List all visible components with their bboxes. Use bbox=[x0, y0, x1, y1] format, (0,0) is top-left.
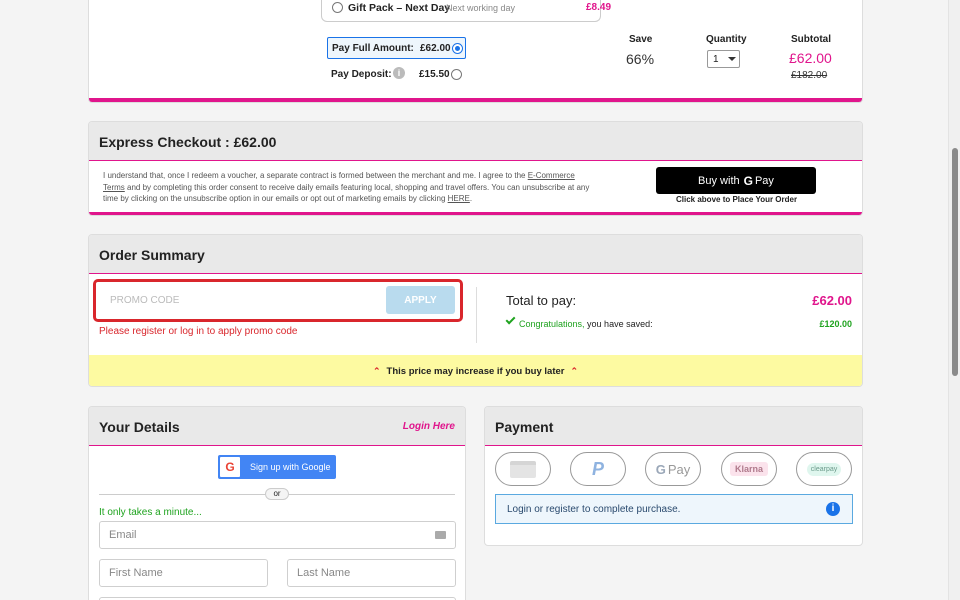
quantity-select[interactable]: 1 bbox=[707, 50, 740, 68]
check-icon bbox=[505, 314, 516, 325]
apply-button-label: APPLY bbox=[404, 294, 437, 306]
chevron-down-icon bbox=[728, 57, 736, 61]
saved-value: £120.00 bbox=[819, 319, 852, 329]
save-value: 66% bbox=[626, 51, 655, 67]
login-to-purchase-text: Login or register to complete purchase. bbox=[507, 504, 681, 515]
double-up-arrow-icon: ⌃ bbox=[372, 366, 381, 376]
paypal-icon: P bbox=[591, 458, 604, 479]
promo-code-input[interactable]: PROMO CODE bbox=[100, 286, 384, 314]
card-accent-bar bbox=[89, 98, 862, 102]
opt-out-here-link[interactable]: HERE bbox=[448, 194, 470, 203]
takes-a-minute-text: It only takes a minute... bbox=[99, 507, 202, 518]
promo-error-message: Please register or log in to apply promo… bbox=[99, 326, 298, 337]
last-name-placeholder: Last Name bbox=[297, 567, 351, 579]
klarna-payment-option[interactable]: Klarna bbox=[721, 452, 777, 486]
promo-highlight: PROMO CODE APPLY bbox=[93, 279, 463, 322]
google-signup-button[interactable]: G Sign up with Google bbox=[218, 455, 336, 479]
order-summary-header: Order Summary bbox=[89, 235, 862, 274]
save-header: Save bbox=[629, 34, 653, 45]
page-scrollbar-track[interactable] bbox=[948, 0, 960, 600]
envelope-icon bbox=[435, 531, 446, 539]
total-value: £62.00 bbox=[812, 293, 852, 308]
first-name-field[interactable]: First Name bbox=[99, 559, 268, 587]
pay-deposit-amount: £15.50 bbox=[419, 69, 450, 80]
last-name-field[interactable]: Last Name bbox=[287, 559, 456, 587]
payment-card: Payment P G Pay Klarna clearpay Login or… bbox=[484, 406, 863, 546]
delivery-radio[interactable] bbox=[332, 2, 343, 13]
google-signup-label: Sign up with Google bbox=[250, 462, 331, 472]
order-item-card: Gift Pack – Next Day Next working day £8… bbox=[88, 0, 863, 103]
double-up-arrow-icon: ⌃ bbox=[570, 366, 579, 376]
gpay-payment-option[interactable]: G Pay bbox=[645, 452, 701, 486]
price-warning-banner: ⌃ This price may increase if you buy lat… bbox=[89, 355, 862, 386]
credit-card-icon bbox=[510, 460, 536, 478]
buy-with-gpay-button[interactable]: Buy with G Pay bbox=[656, 167, 816, 194]
express-checkout-header: Express Checkout : £62.00 bbox=[89, 122, 862, 161]
pay-full-amount: £62.00 bbox=[420, 43, 451, 54]
your-details-card: Your Details Login Here G Sign up with G… bbox=[88, 406, 466, 600]
delivery-option-price: £8.49 bbox=[586, 2, 612, 13]
gpay-button-word: Pay bbox=[754, 174, 774, 187]
gpay-button-prefix: Buy with bbox=[698, 174, 740, 187]
info-icon[interactable]: i bbox=[826, 502, 840, 516]
savings-text: Congratulations, you have saved: bbox=[519, 319, 653, 329]
gpay-caption: Click above to Place Your Order bbox=[676, 195, 798, 204]
price-warning-text: This price may increase if you buy later bbox=[386, 366, 565, 377]
payment-title: Payment bbox=[495, 419, 554, 435]
quantity-value: 1 bbox=[713, 54, 719, 65]
total-label: Total to pay: bbox=[506, 293, 577, 308]
your-details-title: Your Details bbox=[99, 419, 180, 435]
email-field[interactable]: Email bbox=[99, 521, 456, 549]
login-to-purchase-note: Login or register to complete purchase. … bbox=[495, 494, 853, 524]
pay-full-option[interactable]: Pay Full Amount: £62.00 bbox=[327, 37, 466, 59]
subtotal-value: £62.00 bbox=[789, 50, 832, 66]
klarna-logo: Klarna bbox=[729, 462, 768, 476]
delivery-option-label: Gift Pack – Next Day bbox=[348, 2, 451, 14]
email-placeholder: Email bbox=[109, 529, 137, 541]
your-details-header: Your Details Login Here bbox=[89, 407, 465, 446]
pay-deposit-label: Pay Deposit: bbox=[331, 69, 392, 80]
payment-header: Payment bbox=[485, 407, 862, 446]
congrats-text: Congratulations, bbox=[519, 319, 585, 329]
paypal-payment-option[interactable]: P bbox=[570, 452, 626, 486]
subtotal-header: Subtotal bbox=[791, 34, 831, 45]
login-here-link[interactable]: Login Here bbox=[403, 421, 455, 432]
express-terms-text-2: and by completing this order consent to … bbox=[103, 182, 590, 204]
delivery-option-sub: Next working day bbox=[446, 3, 516, 13]
quantity-header: Quantity bbox=[706, 34, 747, 45]
or-label: or bbox=[265, 488, 289, 500]
clearpay-payment-option[interactable]: clearpay bbox=[796, 452, 852, 486]
google-g-icon: G bbox=[743, 173, 753, 188]
delivery-option[interactable]: Gift Pack – Next Day Next working day £8… bbox=[321, 0, 611, 22]
google-g-icon: G bbox=[220, 457, 240, 477]
express-terms: I understand that, once I redeem a vouch… bbox=[103, 170, 593, 205]
order-summary-card: Order Summary PROMO CODE APPLY Please re… bbox=[88, 234, 863, 387]
apply-button[interactable]: APPLY bbox=[386, 286, 455, 314]
info-icon[interactable]: i bbox=[393, 67, 405, 79]
first-name-placeholder: First Name bbox=[109, 567, 163, 579]
gpay-option-word: Pay bbox=[667, 461, 691, 477]
express-checkout-title: Express Checkout : £62.00 bbox=[99, 134, 277, 150]
google-g-icon: G bbox=[655, 461, 666, 477]
pay-deposit-radio[interactable] bbox=[451, 69, 462, 80]
pay-full-radio[interactable] bbox=[452, 43, 463, 54]
pay-full-label: Pay Full Amount: bbox=[332, 43, 414, 54]
express-terms-end: . bbox=[469, 194, 473, 203]
card-accent-bar bbox=[89, 212, 862, 215]
summary-divider bbox=[476, 287, 477, 343]
subtotal-was: £182.00 bbox=[791, 70, 828, 81]
express-terms-text: I understand that, once I redeem a vouch… bbox=[103, 171, 528, 180]
page-scrollbar-thumb[interactable] bbox=[952, 148, 958, 376]
clearpay-logo: clearpay bbox=[806, 462, 842, 476]
saved-text: you have saved: bbox=[584, 319, 653, 329]
promo-placeholder: PROMO CODE bbox=[110, 294, 180, 306]
card-payment-option[interactable] bbox=[495, 452, 551, 486]
express-checkout-card: Express Checkout : £62.00 I understand t… bbox=[88, 121, 863, 216]
pay-deposit-option[interactable]: Pay Deposit: i £15.50 bbox=[327, 65, 466, 85]
order-summary-title: Order Summary bbox=[99, 247, 205, 263]
